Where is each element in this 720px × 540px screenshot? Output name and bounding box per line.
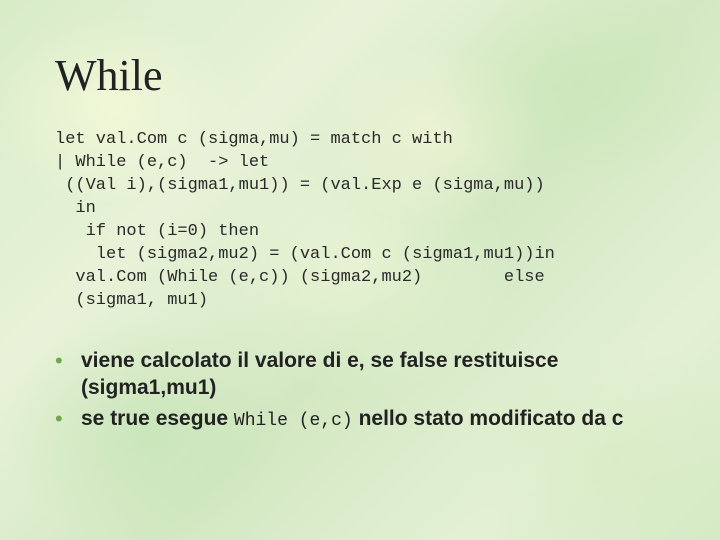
- bullet-text: viene calcolato il valore di e, se false…: [81, 347, 665, 402]
- bullet-pre: se true esegue: [81, 407, 234, 430]
- bullet-list: • viene calcolato il valore di e, se fal…: [55, 347, 665, 434]
- bullet-text: se true esegue While (e,c) nello stato m…: [81, 405, 623, 433]
- list-item: • viene calcolato il valore di e, se fal…: [55, 347, 665, 402]
- bullet-pre: viene calcolato il valore di e, se false…: [81, 349, 558, 399]
- bullet-icon: •: [55, 405, 81, 433]
- list-item: • se true esegue While (e,c) nello stato…: [55, 405, 665, 433]
- slide-title: While: [55, 50, 665, 101]
- bullet-code: While (e,c): [234, 411, 353, 431]
- bullet-icon: •: [55, 347, 81, 375]
- code-block: let val.Com c (sigma,mu) = match c with …: [55, 129, 665, 313]
- bullet-post: nello stato modificato da c: [353, 407, 624, 430]
